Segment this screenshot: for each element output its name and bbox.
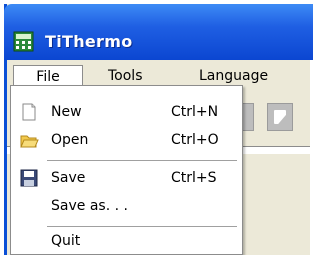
menu-item-new[interactable]: New Ctrl+N xyxy=(11,98,242,126)
menu-item-shortcut: Ctrl+O xyxy=(171,132,219,148)
menu-item-label: New xyxy=(51,104,82,120)
menu-file[interactable]: File xyxy=(13,65,83,87)
menu-item-label: Save xyxy=(51,170,86,186)
menu-item-shortcut: Ctrl+N xyxy=(171,104,219,120)
toolbar-button[interactable] xyxy=(267,103,293,131)
menu-item-quit[interactable]: Quit xyxy=(11,227,242,255)
menu-item-label: Save as. . . xyxy=(51,198,128,214)
window-title: TiThermo xyxy=(45,32,133,51)
save-disk-icon xyxy=(20,169,38,187)
menu-separator xyxy=(47,160,237,161)
new-document-icon xyxy=(22,103,36,121)
title-bar[interactable]: TiThermo xyxy=(4,4,313,60)
menu-item-shortcut: Ctrl+S xyxy=(171,170,217,186)
menu-item-save[interactable]: Save Ctrl+S xyxy=(11,164,242,192)
open-folder-icon xyxy=(20,135,39,148)
menu-language[interactable]: Language xyxy=(199,65,268,87)
menu-item-save-as[interactable]: Save as. . . xyxy=(11,192,242,220)
menu-tools[interactable]: Tools xyxy=(108,65,143,87)
file-menu-dropdown: New Ctrl+N Open Ctrl+O Save Ctrl+S Save … xyxy=(10,85,243,255)
menu-item-open[interactable]: Open Ctrl+O xyxy=(11,126,242,154)
calculator-icon xyxy=(13,31,34,52)
menu-item-label: Open xyxy=(51,132,89,148)
menu-item-label: Quit xyxy=(51,233,81,249)
